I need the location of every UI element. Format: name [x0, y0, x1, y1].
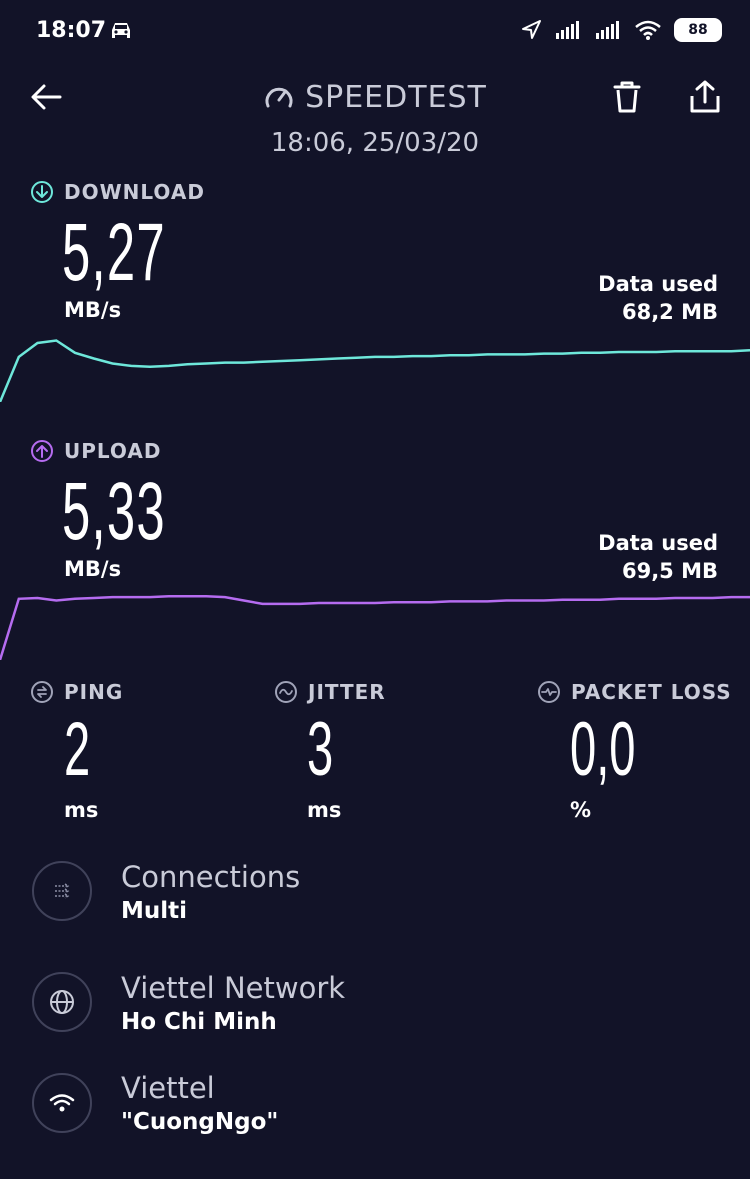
packet-loss-label: PACKET LOSS	[537, 680, 732, 704]
download-data-used-label: Data used	[598, 272, 718, 296]
globe-icon	[50, 990, 74, 1014]
status-time: 18:07	[36, 18, 107, 43]
jitter-icon	[275, 681, 297, 703]
wifi-ssid: "CuongNgo"	[121, 1109, 279, 1135]
signal-icon	[556, 21, 579, 39]
upload-label: UPLOAD	[30, 439, 161, 463]
download-value: 5,27	[62, 207, 166, 298]
ping-value: 2	[64, 707, 91, 792]
connections-icon	[55, 883, 70, 899]
battery-icon: 88	[674, 18, 722, 42]
share-button[interactable]	[686, 78, 724, 116]
download-arrow-icon	[31, 181, 53, 203]
download-data-used: Data used 68,2 MB	[598, 270, 718, 326]
download-label: DOWNLOAD	[30, 180, 205, 204]
connections-info: Connections Multi	[121, 860, 300, 924]
ping-unit: ms	[64, 798, 99, 822]
jitter-value: 3	[307, 707, 334, 792]
upload-arrow-icon	[31, 440, 53, 462]
connections-icon-circle	[32, 861, 92, 921]
wifi-icon	[49, 1094, 75, 1112]
upload-label-text: UPLOAD	[64, 439, 162, 463]
upload-graph-line	[0, 595, 750, 660]
wifi-info: Viettel "CuongNgo"	[121, 1071, 278, 1135]
network-icon-circle	[32, 972, 92, 1032]
delete-button[interactable]	[608, 78, 646, 116]
car-icon	[112, 23, 130, 38]
download-graph	[0, 339, 750, 402]
packet-loss-value: 0,0	[570, 707, 636, 792]
packet-loss-unit: %	[570, 798, 592, 822]
upload-value: 5,33	[62, 466, 166, 557]
network-location: Ho Chi Minh	[121, 1009, 277, 1035]
network-info: Viettel Network Ho Chi Minh	[121, 971, 345, 1035]
wifi-provider: Viettel	[121, 1071, 215, 1105]
wifi-icon	[635, 20, 661, 40]
signal-icon	[596, 21, 619, 39]
download-unit: MB/s	[64, 298, 122, 322]
jitter-label: JITTER	[274, 680, 386, 704]
network-title: Viettel Network	[121, 971, 346, 1005]
page-title: SPEEDTEST	[305, 80, 487, 115]
download-label-text: DOWNLOAD	[64, 180, 205, 204]
jitter-unit: ms	[307, 798, 342, 822]
wifi-icon-circle	[32, 1073, 92, 1133]
packet-loss-label-text: PACKET LOSS	[571, 680, 732, 704]
download-graph-line	[0, 339, 750, 402]
test-timestamp: 18:06, 25/03/20	[270, 128, 480, 158]
ping-icon	[31, 681, 53, 703]
status-icons: 88	[520, 18, 722, 42]
ping-label: PING	[30, 680, 123, 704]
upload-data-used-label: Data used	[598, 531, 718, 555]
packet-loss-icon	[538, 681, 560, 703]
speedometer-icon	[265, 87, 293, 107]
upload-graph	[0, 595, 750, 660]
connections-title: Connections	[121, 860, 301, 894]
connections-value: Multi	[121, 898, 188, 924]
jitter-label-text: JITTER	[308, 680, 386, 704]
location-arrow-icon	[522, 20, 541, 39]
ping-label-text: PING	[64, 680, 124, 704]
